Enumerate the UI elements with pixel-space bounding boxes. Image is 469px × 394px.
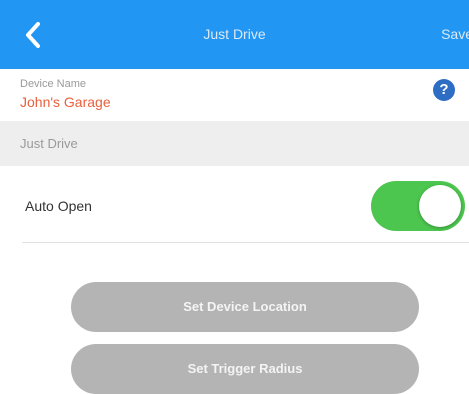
set-device-location-button[interactable]: Set Device Location bbox=[71, 282, 419, 332]
row-divider bbox=[22, 242, 469, 243]
section-header: Just Drive bbox=[0, 121, 469, 166]
page-title: Just Drive bbox=[203, 26, 266, 42]
section-header-label: Just Drive bbox=[20, 136, 78, 151]
navigation-bar: Just Drive Save bbox=[0, 0, 469, 69]
toggle-knob bbox=[419, 185, 461, 227]
save-button[interactable]: Save bbox=[441, 0, 469, 69]
auto-open-label: Auto Open bbox=[25, 198, 92, 214]
just-drive-screen: Just Drive Save Device Name John's Garag… bbox=[0, 0, 469, 394]
set-trigger-radius-button[interactable]: Set Trigger Radius bbox=[71, 344, 419, 394]
question-circle-icon[interactable]: ? bbox=[433, 79, 455, 101]
device-name-label: Device Name bbox=[20, 78, 87, 90]
device-name-value[interactable]: John's Garage bbox=[20, 94, 111, 110]
auto-open-toggle[interactable] bbox=[371, 181, 465, 231]
device-name-row[interactable]: Device Name John's Garage bbox=[0, 69, 469, 121]
